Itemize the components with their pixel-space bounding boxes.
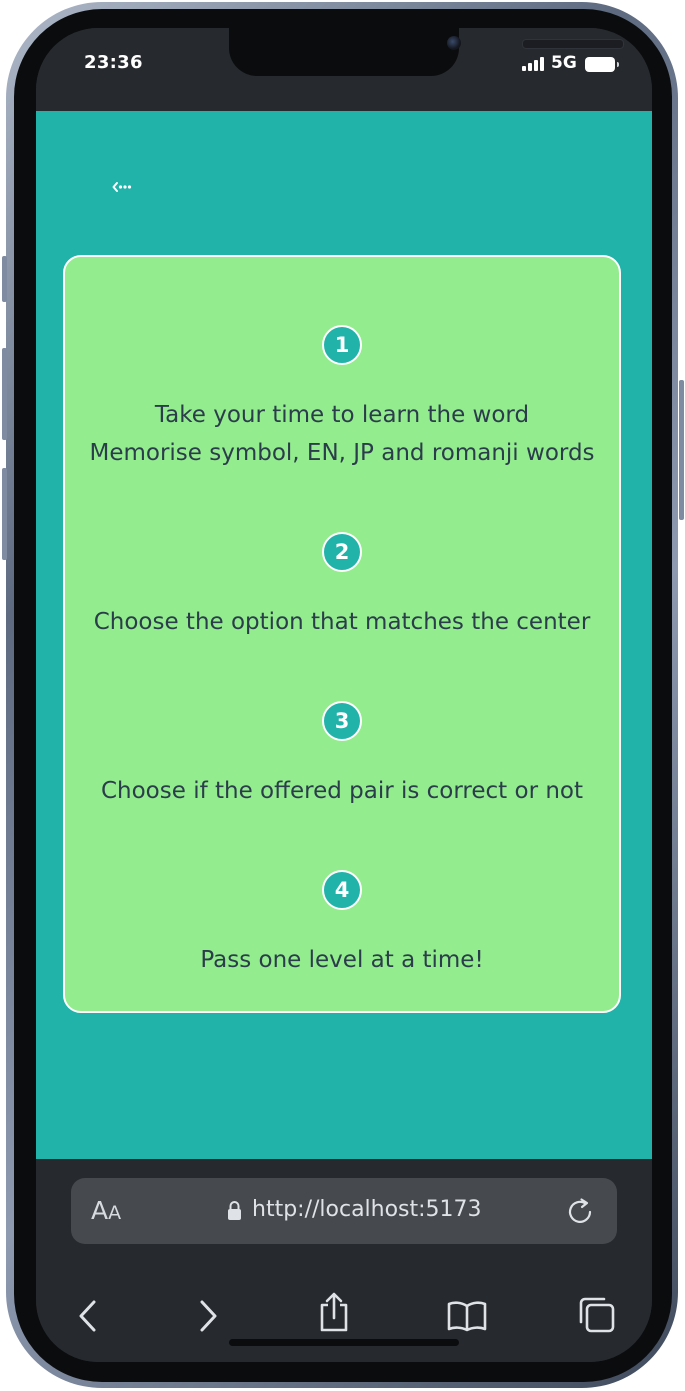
step-number-badge: 4 bbox=[322, 870, 362, 910]
step-2-line-1: Choose the option that matches the cente… bbox=[93, 609, 591, 635]
lock-icon bbox=[228, 1201, 241, 1220]
step-1-line-1: Take your time to learn the word bbox=[154, 402, 530, 428]
battery-icon bbox=[585, 57, 619, 72]
step-3-line-1: Choose if the offered pair is correct or… bbox=[100, 778, 584, 804]
text-size-button[interactable]: AA bbox=[91, 1196, 121, 1225]
step-text: Take your time to learn the word Memoris… bbox=[65, 396, 619, 472]
step-4: 4 Pass one level at a time! bbox=[65, 870, 619, 979]
step-text: Pass one level at a time! bbox=[65, 941, 619, 979]
step-3: 3 Choose if the offered pair is correct … bbox=[65, 701, 619, 810]
step-number-badge: 1 bbox=[322, 325, 362, 365]
volume-up-button bbox=[2, 348, 7, 440]
tabs-icon[interactable] bbox=[578, 1296, 616, 1334]
volume-down-button bbox=[2, 468, 7, 560]
step-text: Choose if the offered pair is correct or… bbox=[65, 772, 619, 810]
bookmarks-icon[interactable] bbox=[446, 1300, 488, 1332]
instructions-card: 1 Take your time to learn the word Memor… bbox=[63, 255, 621, 1013]
step-2: 2 Choose the option that matches the cen… bbox=[65, 532, 619, 641]
power-button bbox=[679, 380, 684, 520]
speaker-grille bbox=[522, 39, 624, 49]
reload-icon[interactable] bbox=[565, 1196, 595, 1226]
signal-icon bbox=[522, 57, 544, 71]
share-icon[interactable] bbox=[317, 1291, 351, 1333]
forward-icon[interactable] bbox=[196, 1299, 220, 1333]
screen: 23:36 5G 1 Take your time to learn the w… bbox=[36, 28, 652, 1362]
back-button[interactable] bbox=[106, 175, 142, 199]
silent-switch bbox=[2, 256, 7, 302]
status-bar: 23:36 5G bbox=[36, 28, 652, 111]
step-4-line-1: Pass one level at a time! bbox=[200, 947, 484, 973]
back-icon[interactable] bbox=[76, 1299, 100, 1333]
instructions-page: 1 Take your time to learn the word Memor… bbox=[36, 111, 652, 1159]
camera-icon bbox=[447, 36, 461, 50]
step-number-badge: 2 bbox=[322, 532, 362, 572]
notch bbox=[229, 28, 624, 76]
back-arrow-icon bbox=[112, 182, 132, 192]
status-time: 23:36 bbox=[84, 52, 143, 73]
step-number-badge: 3 bbox=[322, 701, 362, 741]
network-type: 5G bbox=[551, 53, 577, 73]
step-1: 1 Take your time to learn the word Memor… bbox=[65, 325, 619, 472]
home-indicator[interactable] bbox=[229, 1339, 459, 1346]
browser-toolbar: AA http://localhost:5173 bbox=[36, 1159, 652, 1362]
text-size-big: A bbox=[91, 1196, 109, 1225]
address-bar[interactable]: AA http://localhost:5173 bbox=[71, 1178, 617, 1244]
step-text: Choose the option that matches the cente… bbox=[65, 603, 619, 641]
step-1-line-2: Memorise symbol, EN, JP and romanji word… bbox=[89, 440, 595, 466]
url-text[interactable]: http://localhost:5173 bbox=[252, 1197, 482, 1222]
text-size-small: A bbox=[108, 1202, 122, 1224]
